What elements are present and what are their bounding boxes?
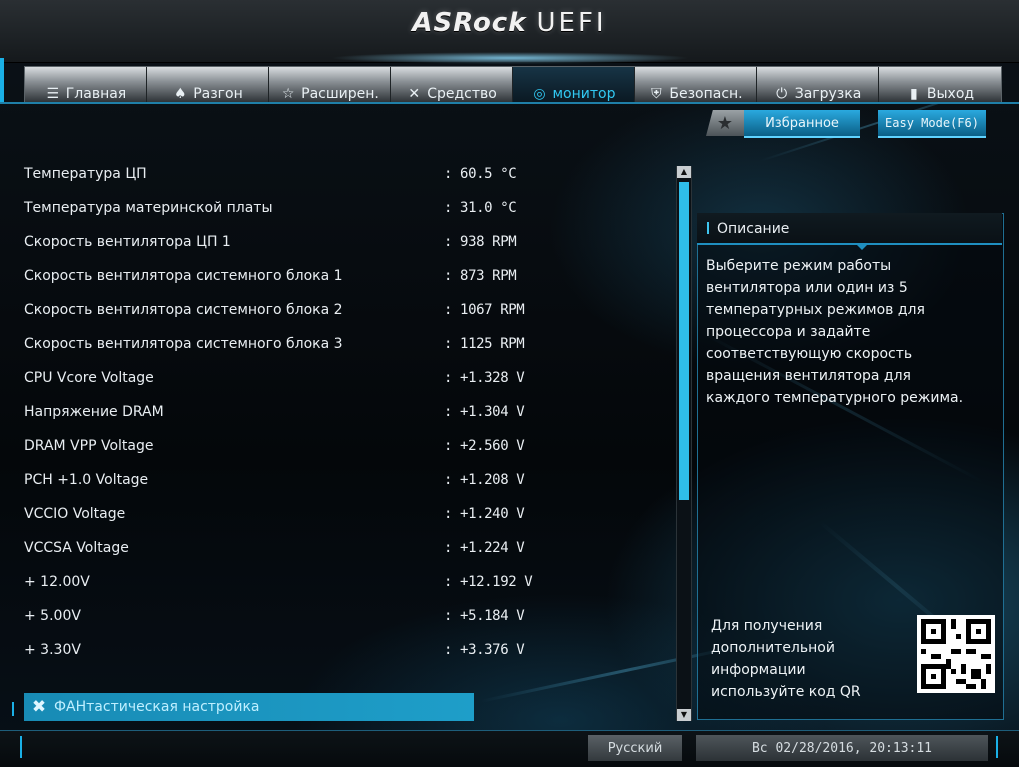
tab-tools[interactable]: ✕ Средство <box>391 67 513 103</box>
header-bar: ASRock UEFI <box>0 0 1019 64</box>
tab-advanced[interactable]: ☆ Расширен. <box>269 67 391 103</box>
reading-dram-voltage[interactable]: Напряжение DRAM: +1.304 V <box>24 397 664 427</box>
brand-logo: ASRock UEFI <box>412 8 607 38</box>
header-glow <box>330 52 690 64</box>
date-time-display: Вс 02/28/2016, 20:13:11 <box>696 735 988 761</box>
tab-security[interactable]: ⛨ Безопасн. <box>635 67 757 103</box>
reading-12v[interactable]: + 12.00V: +12.192 V <box>24 567 664 597</box>
reading-chassis-fan1[interactable]: Скорость вентилятора системного блока 1:… <box>24 261 664 291</box>
wrench-icon: ✖ <box>31 697 47 717</box>
reading-vccio[interactable]: VCCIO Voltage: +1.240 V <box>24 499 664 529</box>
scroll-up-arrow-icon[interactable]: ▲ <box>677 166 691 178</box>
reading-pch-voltage[interactable]: PCH +1.0 Voltage: +1.208 V <box>24 465 664 495</box>
favorites-button[interactable]: Избранное <box>744 110 860 138</box>
scrollbar-thumb[interactable] <box>679 182 689 500</box>
reading-5v[interactable]: + 5.00V: +5.184 V <box>24 601 664 631</box>
description-text: Выберите режим работы вентилятора или од… <box>706 258 964 406</box>
bottom-left-accent <box>20 736 22 758</box>
left-edge-accent <box>12 702 14 716</box>
star-icon: ☆ <box>281 86 295 102</box>
qr-code <box>917 615 995 693</box>
language-button[interactable]: Русский <box>588 735 682 761</box>
reading-chassis-fan2[interactable]: Скорость вентилятора системного блока 2:… <box>24 295 664 325</box>
reading-3v3[interactable]: + 3.30V: +3.376 V <box>24 635 664 665</box>
rocket-icon: ♠ <box>173 86 187 102</box>
tab-oc[interactable]: ♠ Разгон <box>147 67 269 103</box>
power-icon: ⏻ <box>776 86 788 102</box>
tab-monitor[interactable]: ◎ монитор <box>513 67 635 103</box>
qr-info-text: Для получения дополнительной информации … <box>711 618 861 700</box>
title-marker <box>707 222 709 234</box>
easy-mode-button[interactable]: Easy Mode(F6) <box>878 110 986 138</box>
fan-tuning-item[interactable]: ✖ ФАНтастическая настройка <box>24 693 474 721</box>
reading-vccsa[interactable]: VCCSA Voltage: +1.224 V <box>24 533 664 563</box>
reading-chassis-fan3[interactable]: Скорость вентилятора системного блока 3:… <box>24 329 664 359</box>
exit-icon: ▮ <box>910 86 918 102</box>
list-icon: ☰ <box>46 86 60 102</box>
description-title: Описание <box>697 213 1002 245</box>
reading-vcore[interactable]: CPU Vcore Voltage: +1.328 V <box>24 363 664 393</box>
tab-exit[interactable]: ▮ Выход <box>879 67 1001 103</box>
shield-icon: ⛨ <box>651 86 662 102</box>
reading-mb-temp[interactable]: Температура материнской платы: 31.0 °C <box>24 193 664 223</box>
tab-underline <box>0 102 1019 104</box>
left-accent <box>0 58 4 102</box>
scroll-down-arrow-icon[interactable]: ▼ <box>677 709 691 721</box>
tools-icon: ✕ <box>408 86 421 102</box>
tab-boot[interactable]: ⏻ Загрузка <box>757 67 879 103</box>
reading-cpu-fan1[interactable]: Скорость вентилятора ЦП 1: 938 RPM <box>24 227 664 257</box>
main-tabs: ☰ Главная ♠ Разгон ☆ Расширен. ✕ Средство ◎ м… <box>24 66 1002 104</box>
bottom-right-accent <box>996 736 998 758</box>
description-notch <box>856 244 868 250</box>
tab-main[interactable]: ☰ Главная <box>25 67 147 103</box>
reading-cpu-temp[interactable]: Температура ЦП: 60.5 °C <box>24 159 664 189</box>
monitor-icon: ◎ <box>533 86 546 102</box>
reading-dram-vpp[interactable]: DRAM VPP Voltage: +2.560 V <box>24 431 664 461</box>
